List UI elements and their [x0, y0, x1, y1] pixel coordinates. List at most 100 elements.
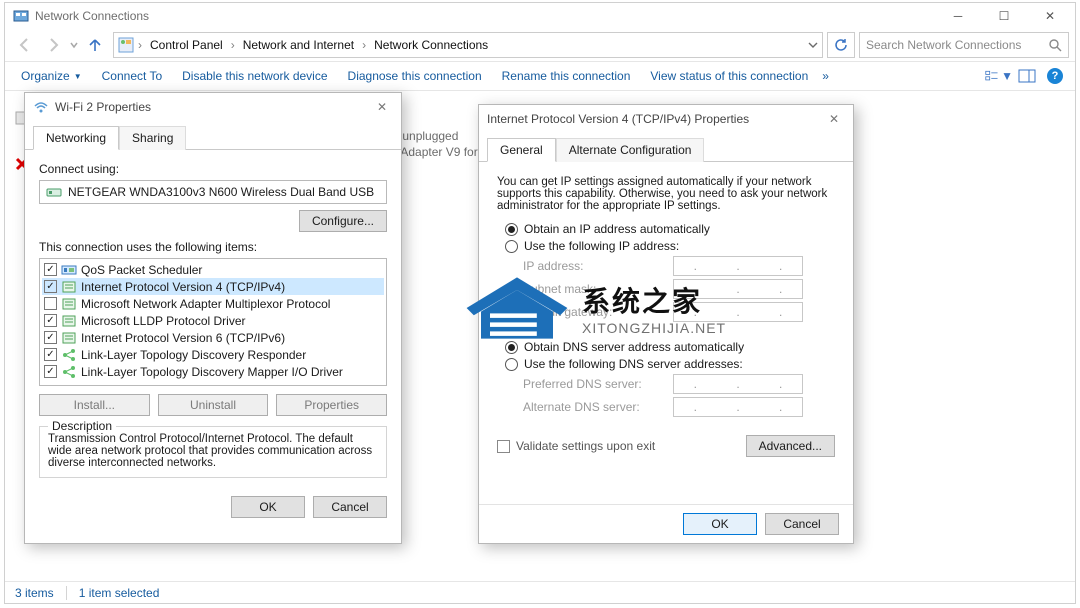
radio-use-ip[interactable]: Use the following IP address: — [505, 239, 835, 253]
items-listbox[interactable]: QoS Packet Scheduler Internet Protocol Ve… — [39, 258, 387, 386]
item-label: QoS Packet Scheduler — [81, 263, 202, 277]
list-item[interactable]: Microsoft LLDP Protocol Driver — [42, 312, 384, 329]
protocol-icon — [61, 313, 77, 329]
validate-checkbox[interactable] — [497, 440, 510, 453]
tab-general[interactable]: General — [487, 138, 556, 162]
checkbox[interactable] — [44, 348, 57, 361]
subnet-mask-input[interactable]: ... — [673, 279, 803, 299]
protocol-icon — [61, 364, 77, 380]
ipv4-properties-dialog: Internet Protocol Version 4 (TCP/IPv4) P… — [478, 104, 854, 544]
pref-dns-row: Preferred DNS server:... — [523, 374, 835, 394]
item-label: Microsoft Network Adapter Multiplexor Pr… — [81, 297, 330, 311]
address-box[interactable]: › Control Panel › Network and Internet ›… — [113, 32, 823, 58]
list-item[interactable]: Link-Layer Topology Discovery Responder — [42, 346, 384, 363]
refresh-button[interactable] — [827, 32, 855, 58]
adapter-field[interactable]: NETGEAR WNDA3100v3 N600 Wireless Dual Ba… — [39, 180, 387, 204]
forward-button[interactable] — [39, 33, 67, 57]
breadcrumb-sep: › — [138, 38, 142, 52]
dialog-close-button[interactable]: ✕ — [367, 96, 397, 118]
command-bar: Organize▼ Connect To Disable this networ… — [5, 61, 1075, 91]
maximize-button[interactable]: ☐ — [981, 3, 1027, 29]
ok-button[interactable]: OK — [231, 496, 305, 518]
install-button[interactable]: Install... — [39, 394, 150, 416]
dialog-title-bar[interactable]: Internet Protocol Version 4 (TCP/IPv4) P… — [479, 105, 853, 133]
radio-use-dns[interactable]: Use the following DNS server addresses: — [505, 357, 835, 371]
diagnose-button[interactable]: Diagnose this connection — [338, 65, 492, 87]
protocol-icon — [61, 347, 77, 363]
item-label: Internet Protocol Version 4 (TCP/IPv4) — [81, 280, 285, 294]
network-adapter-icon — [46, 184, 62, 200]
pref-dns-input[interactable]: ... — [673, 374, 803, 394]
search-placeholder: Search Network Connections — [866, 38, 1021, 52]
list-item[interactable]: QoS Packet Scheduler — [42, 261, 384, 278]
dialog-close-button[interactable]: ✕ — [819, 108, 849, 130]
checkbox[interactable] — [44, 263, 57, 276]
tab-sharing[interactable]: Sharing — [119, 126, 186, 150]
preview-pane-button[interactable] — [1013, 65, 1041, 87]
cancel-button[interactable]: Cancel — [313, 496, 387, 518]
dialog-title-bar[interactable]: Wi-Fi 2 Properties ✕ — [25, 93, 401, 121]
ip-address-input[interactable]: ... — [673, 256, 803, 276]
view-options-button[interactable]: ▼ — [985, 65, 1013, 87]
back-button[interactable] — [11, 33, 39, 57]
intro-text: You can get IP settings assigned automat… — [497, 176, 835, 212]
search-box[interactable]: Search Network Connections — [859, 32, 1069, 58]
radio-obtain-dns[interactable]: Obtain DNS server address automatically — [505, 340, 835, 354]
alt-dns-input[interactable]: ... — [673, 397, 803, 417]
gateway-input[interactable]: ... — [673, 302, 803, 322]
list-item[interactable]: Link-Layer Topology Discovery Mapper I/O… — [42, 363, 384, 380]
tabs: Networking Sharing — [25, 121, 401, 150]
ok-button[interactable]: OK — [683, 513, 757, 535]
properties-button[interactable]: Properties — [276, 394, 387, 416]
ip-address-row: IP address:... — [523, 256, 835, 276]
protocol-icon — [61, 330, 77, 346]
checkbox[interactable] — [44, 297, 57, 310]
configure-button[interactable]: Configure... — [299, 210, 387, 232]
items-label: This connection uses the following items… — [39, 240, 387, 254]
connect-to-button[interactable]: Connect To — [92, 65, 173, 87]
radio-obtain-ip[interactable]: Obtain an IP address automatically — [505, 222, 835, 236]
cancel-button[interactable]: Cancel — [765, 513, 839, 535]
checkbox[interactable] — [44, 314, 57, 327]
minimize-button[interactable]: ─ — [935, 3, 981, 29]
view-status-button[interactable]: View status of this connection — [640, 65, 818, 87]
advanced-button[interactable]: Advanced... — [746, 435, 835, 457]
control-panel-icon — [118, 37, 134, 53]
status-bar: 3 items 1 item selected — [5, 581, 1075, 603]
disable-device-button[interactable]: Disable this network device — [172, 65, 337, 87]
uninstall-button[interactable]: Uninstall — [158, 394, 269, 416]
adapter-name: NETGEAR WNDA3100v3 N600 Wireless Dual Ba… — [68, 185, 374, 199]
title-bar[interactable]: Network Connections ─ ☐ ✕ — [5, 3, 1075, 29]
list-item[interactable]: Internet Protocol Version 4 (TCP/IPv4) — [42, 278, 384, 295]
breadcrumb-2[interactable]: Network and Internet — [239, 36, 358, 54]
connect-using-label: Connect using: — [39, 162, 387, 176]
radio-icon — [505, 223, 518, 236]
list-item[interactable]: Internet Protocol Version 6 (TCP/IPv6) — [42, 329, 384, 346]
description-legend: Description — [48, 419, 116, 433]
tab-networking[interactable]: Networking — [33, 126, 119, 150]
dialog-title: Internet Protocol Version 4 (TCP/IPv4) P… — [487, 112, 819, 126]
description-text: Transmission Control Protocol/Internet P… — [48, 433, 378, 469]
tab-alternate-config[interactable]: Alternate Configuration — [556, 138, 705, 162]
checkbox[interactable] — [44, 331, 57, 344]
protocol-icon — [61, 296, 77, 312]
item-label: Internet Protocol Version 6 (TCP/IPv6) — [81, 331, 285, 345]
wifi-icon — [33, 99, 49, 115]
checkbox[interactable] — [44, 365, 57, 378]
rename-button[interactable]: Rename this connection — [492, 65, 641, 87]
wifi-properties-dialog: Wi-Fi 2 Properties ✕ Networking Sharing … — [24, 92, 402, 544]
history-dropdown[interactable] — [67, 33, 81, 57]
list-item[interactable]: Microsoft Network Adapter Multiplexor Pr… — [42, 295, 384, 312]
more-commands-chevron[interactable]: » — [818, 69, 833, 83]
up-button[interactable] — [81, 33, 109, 57]
breadcrumb-3[interactable]: Network Connections — [370, 36, 492, 54]
checkbox[interactable] — [44, 280, 57, 293]
search-icon — [1048, 38, 1062, 52]
address-dropdown-icon[interactable] — [808, 40, 818, 50]
close-button[interactable]: ✕ — [1027, 3, 1073, 29]
help-button[interactable]: ? — [1041, 65, 1069, 87]
alt-dns-row: Alternate DNS server:... — [523, 397, 835, 417]
breadcrumb-1[interactable]: Control Panel — [146, 36, 227, 54]
gateway-row: Default gateway:... — [523, 302, 835, 322]
organize-menu[interactable]: Organize▼ — [11, 65, 92, 87]
